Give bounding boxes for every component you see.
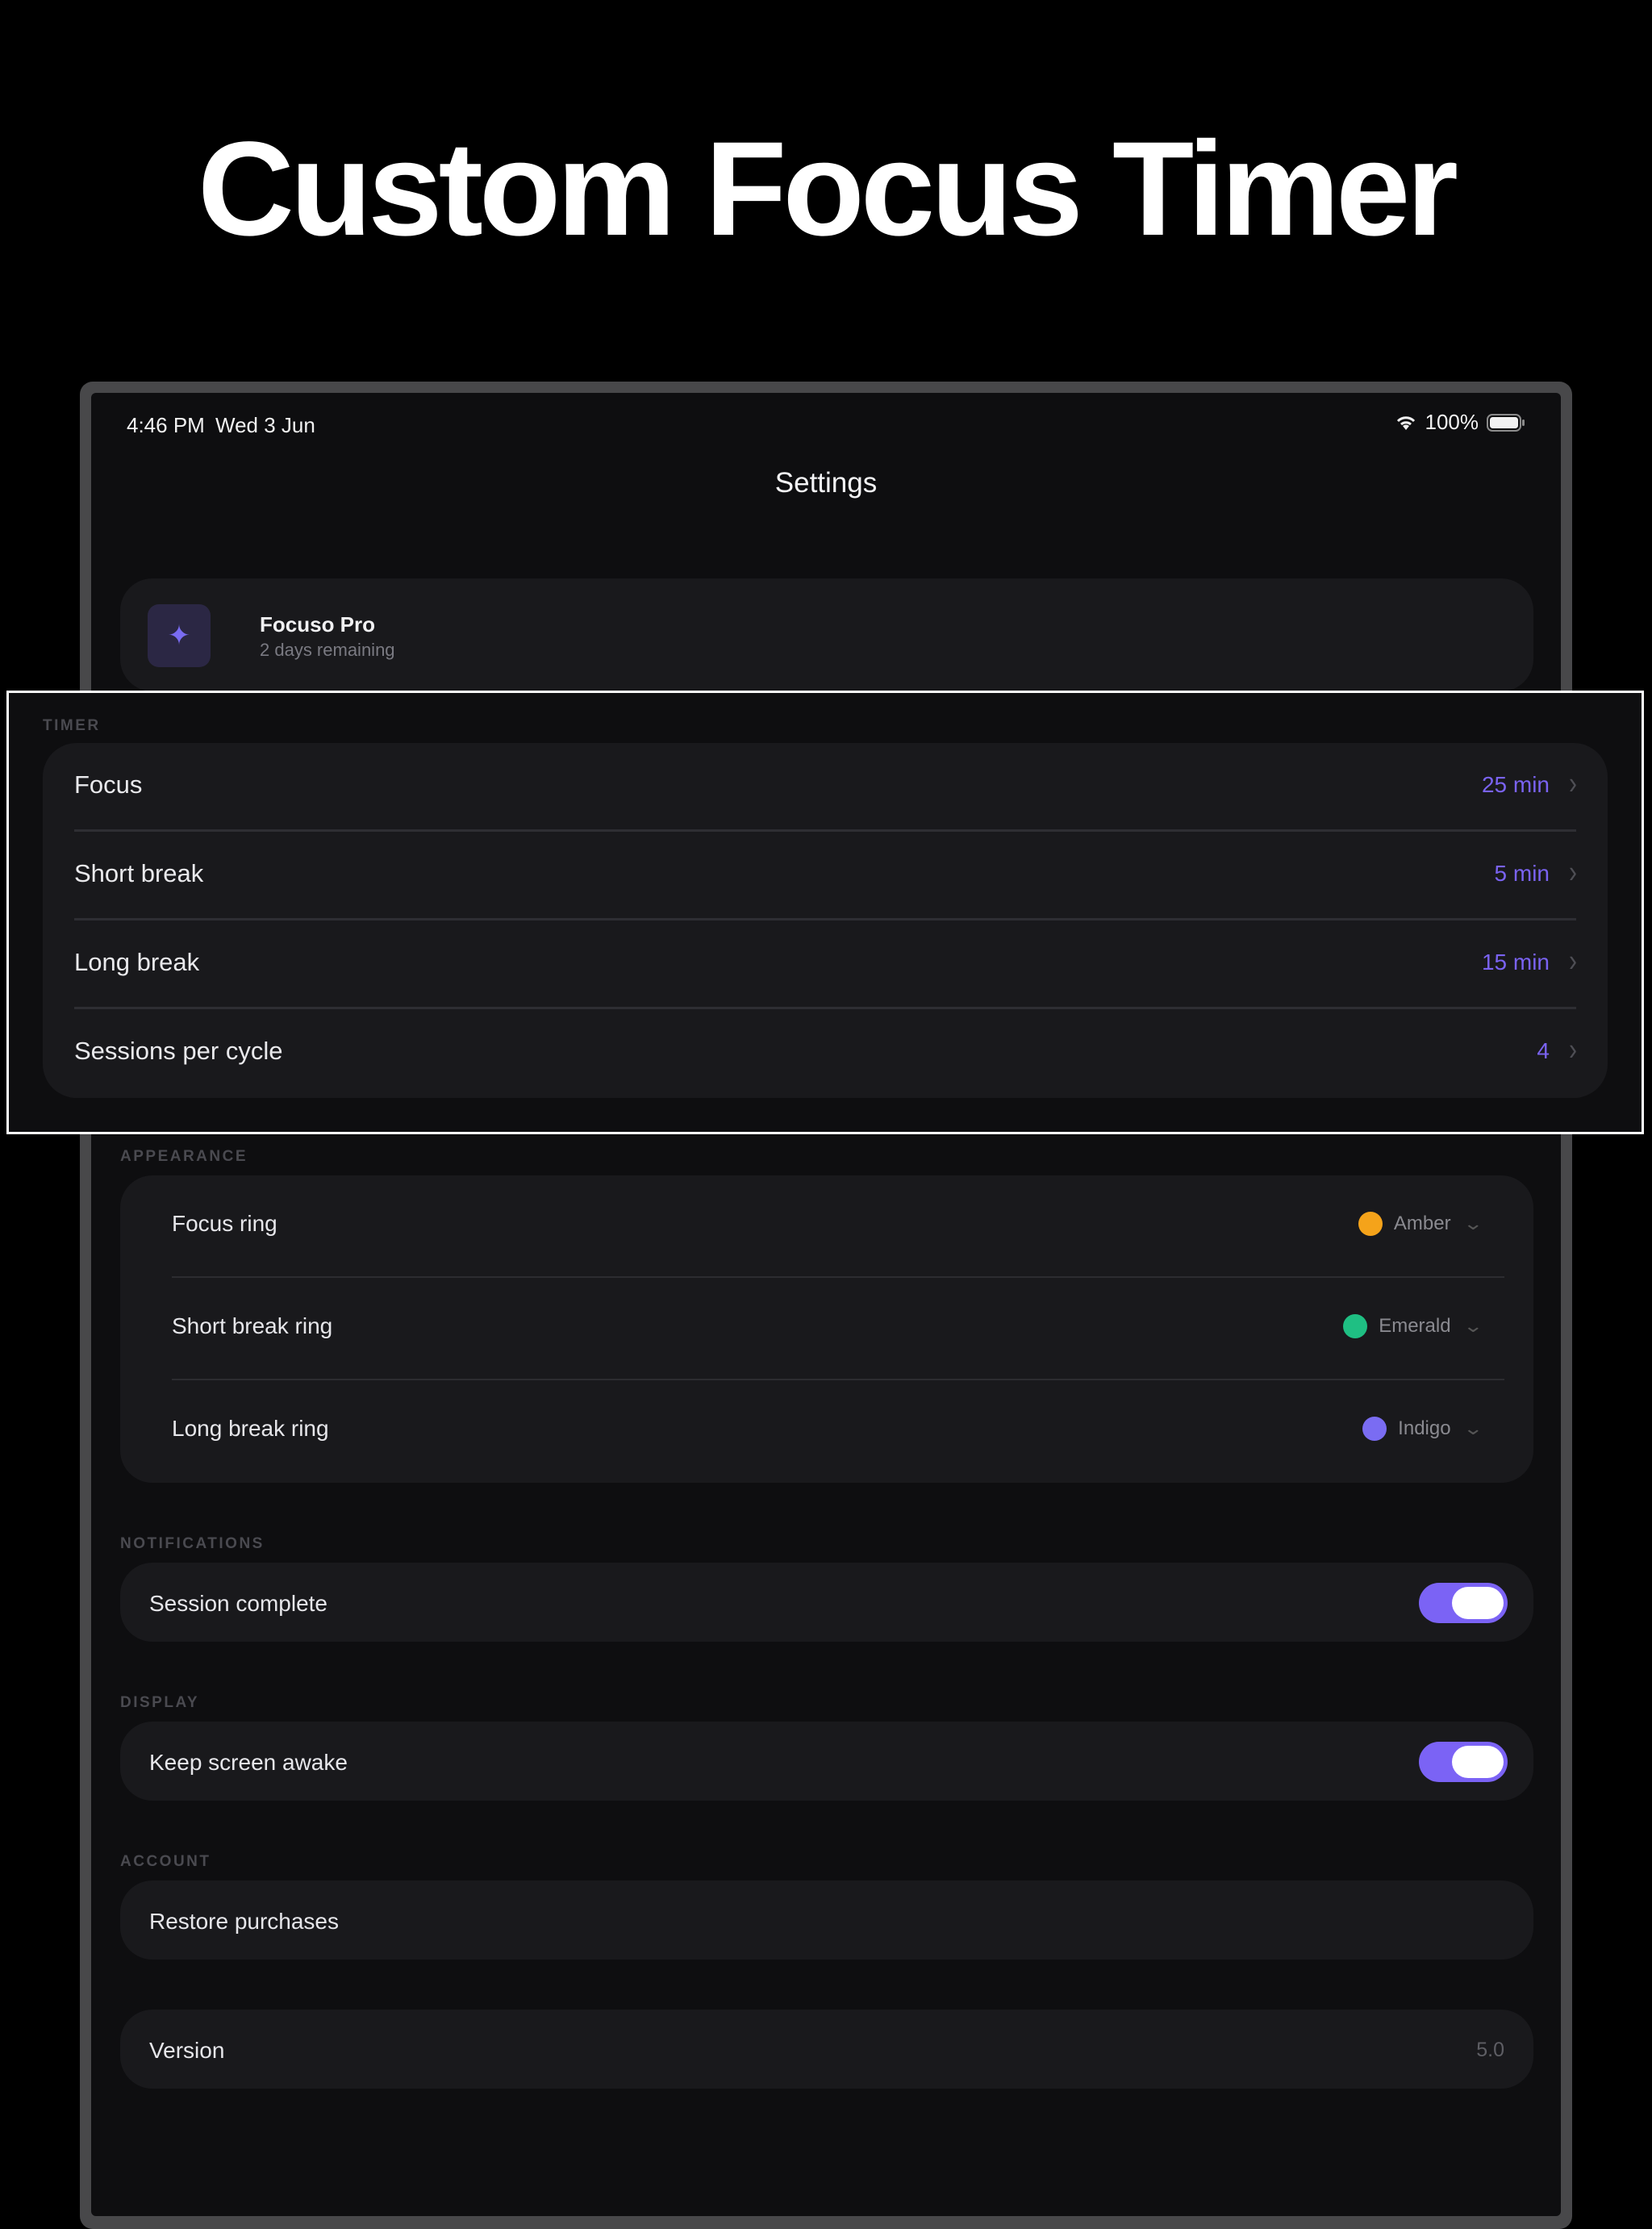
- row-value: Indigo: [1398, 1417, 1451, 1439]
- chevron-right-icon: ›: [1569, 766, 1577, 801]
- appearance-row-short-break-ring[interactable]: Short break ring Emerald ⌄: [120, 1278, 1533, 1380]
- session-complete-toggle[interactable]: [1419, 1583, 1508, 1623]
- timer-row-focus[interactable]: Focus 25 min ›: [43, 743, 1608, 832]
- battery-icon: [1487, 413, 1525, 432]
- appearance-row-focus-ring[interactable]: Focus ring Amber ⌄: [120, 1175, 1533, 1278]
- chevron-right-icon: ›: [1569, 1032, 1577, 1067]
- row-value: 5 min: [1494, 861, 1550, 886]
- battery-percentage: 100%: [1425, 410, 1479, 434]
- timer-row-long-break[interactable]: Long break 15 min ›: [43, 920, 1608, 1009]
- color-swatch-emerald: [1343, 1314, 1368, 1338]
- pro-subtitle: 2 days remaining: [260, 640, 395, 660]
- version-label: Version: [149, 2038, 225, 2063]
- row-label: Focus: [74, 770, 143, 799]
- pro-title: Focuso Pro: [260, 612, 376, 637]
- restore-purchases-row[interactable]: Restore purchases: [120, 1880, 1533, 1960]
- section-label-display: DISPLAY: [120, 1694, 200, 1711]
- chevron-right-icon: ›: [1569, 854, 1577, 890]
- sparkle-icon: ✦: [148, 604, 211, 667]
- row-label: Short break ring: [172, 1313, 333, 1338]
- marketing-headline: Custom Focus Timer: [197, 115, 1458, 264]
- color-swatch-amber: [1358, 1212, 1383, 1236]
- row-label: Keep screen awake: [149, 1750, 348, 1775]
- chevron-right-icon: ›: [1569, 943, 1577, 979]
- section-label-timer: TIMER: [43, 717, 101, 734]
- row-label: Sessions per cycle: [74, 1037, 283, 1065]
- appearance-card: Focus ring Amber ⌄ Short break ring Emer…: [120, 1175, 1533, 1483]
- status-time: 4:46 PM: [127, 413, 205, 437]
- row-value: 25 min: [1481, 772, 1550, 797]
- keep-screen-awake-toggle[interactable]: [1419, 1742, 1508, 1782]
- pro-subscription-card[interactable]: ✦ Focuso Pro 2 days remaining: [120, 578, 1533, 691]
- version-row: Version 5.0: [120, 2010, 1533, 2089]
- timer-card: Focus 25 min › Short break 5 min › Long …: [43, 743, 1608, 1098]
- appearance-row-long-break-ring[interactable]: Long break ring Indigo ⌄: [120, 1380, 1533, 1483]
- version-value: 5.0: [1476, 2039, 1504, 2061]
- row-label: Short break: [74, 859, 204, 887]
- section-label-notifications: NOTIFICATIONS: [120, 1535, 265, 1552]
- status-bar: 4:46 PM Wed 3 Jun 100%: [127, 403, 1525, 443]
- wifi-icon: [1395, 414, 1417, 432]
- status-date: Wed 3 Jun: [215, 413, 315, 437]
- row-value: 15 min: [1481, 950, 1550, 975]
- chevron-down-icon: ⌄: [1462, 1213, 1483, 1233]
- row-value: 4: [1537, 1038, 1550, 1063]
- restore-purchases-label: Restore purchases: [149, 1909, 340, 1934]
- timer-section-highlight: TIMER Focus 25 min › Short break 5 min ›…: [6, 691, 1644, 1134]
- toggle-knob: [1452, 1746, 1504, 1778]
- chevron-down-icon: ⌄: [1462, 1418, 1483, 1438]
- chevron-down-icon: ⌄: [1462, 1316, 1483, 1336]
- keep-screen-awake-row: Keep screen awake: [120, 1722, 1533, 1801]
- settings-screen: 4:46 PM Wed 3 Jun 100% Settings ✦ Focuso…: [91, 393, 1561, 2216]
- row-label: Long break ring: [172, 1416, 329, 1441]
- timer-row-sessions-per-cycle[interactable]: Sessions per cycle 4 ›: [43, 1009, 1608, 1098]
- row-value: Emerald: [1379, 1315, 1451, 1337]
- section-label-appearance: APPEARANCE: [120, 1148, 248, 1165]
- session-complete-row: Session complete: [120, 1563, 1533, 1642]
- row-value: Amber: [1393, 1213, 1451, 1234]
- timer-row-short-break[interactable]: Short break 5 min ›: [43, 832, 1608, 920]
- row-label: Session complete: [149, 1591, 328, 1616]
- section-label-account: ACCOUNT: [120, 1853, 211, 1870]
- color-swatch-indigo: [1362, 1417, 1387, 1441]
- row-label: Focus ring: [172, 1211, 277, 1236]
- page-title: Settings: [774, 467, 878, 499]
- toggle-knob: [1452, 1587, 1504, 1619]
- row-label: Long break: [74, 948, 200, 976]
